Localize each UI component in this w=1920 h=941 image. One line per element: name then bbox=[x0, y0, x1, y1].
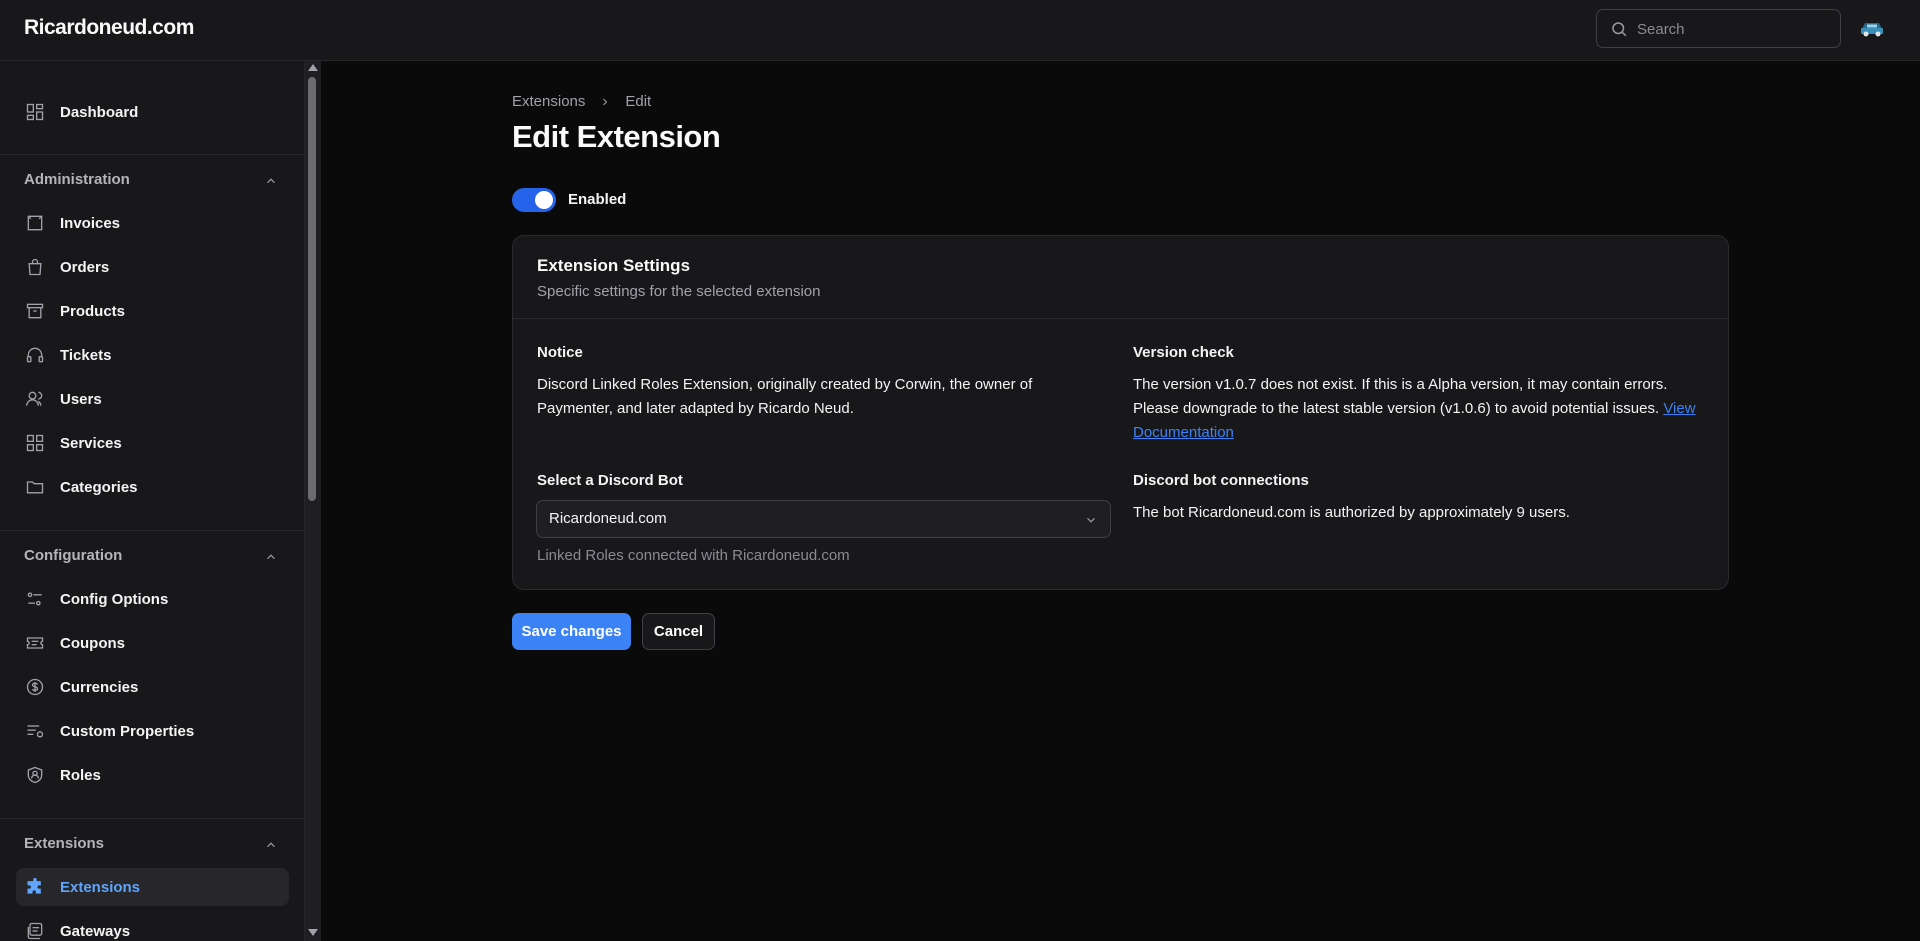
dashboard-icon bbox=[24, 101, 46, 123]
sidebar-item-config-options[interactable]: Config Options bbox=[16, 580, 289, 618]
search-icon bbox=[1612, 22, 1627, 37]
group-label-extensions: Extensions bbox=[24, 835, 105, 852]
group-label-administration: Administration bbox=[24, 171, 130, 188]
sidebar-item-label: Gateways bbox=[60, 922, 131, 940]
folder-icon bbox=[24, 476, 46, 498]
sidebar-item-coupons[interactable]: Coupons bbox=[16, 624, 289, 662]
chevron-up-icon[interactable] bbox=[264, 550, 278, 564]
sidebar-item-dashboard[interactable]: Dashboard bbox=[16, 93, 289, 131]
sidebar-item-currencies[interactable]: Currencies bbox=[16, 668, 289, 706]
toggle-knob bbox=[535, 191, 553, 209]
breadcrumb-link-extensions[interactable]: Extensions bbox=[512, 93, 585, 110]
sidebar: Dashboard Administration Invoices Orders… bbox=[0, 61, 305, 941]
sidebar-item-label: Tickets bbox=[60, 346, 112, 364]
puzzle-icon bbox=[24, 876, 46, 898]
chevron-up-icon[interactable] bbox=[264, 174, 278, 188]
group-label-configuration: Configuration bbox=[24, 547, 123, 564]
sidebar-item-categories[interactable]: Categories bbox=[16, 468, 289, 506]
breadcrumb: Extensions Edit bbox=[512, 93, 651, 110]
sidebar-item-services[interactable]: Services bbox=[16, 424, 289, 462]
sidebar-divider bbox=[0, 154, 304, 155]
version-check-text: The version v1.0.7 does not exist. If th… bbox=[1133, 373, 1708, 445]
sidebar-item-tickets[interactable]: Tickets bbox=[16, 336, 289, 374]
sidebar-item-label: Config Options bbox=[60, 590, 169, 608]
sidebar-item-label: Custom Properties bbox=[60, 722, 195, 740]
sidebar-item-invoices[interactable]: Invoices bbox=[16, 204, 289, 242]
receipt-icon bbox=[24, 920, 46, 941]
save-changes-button[interactable]: Save changes bbox=[512, 613, 631, 650]
users-icon bbox=[24, 388, 46, 410]
card-subtitle: Specific settings for the selected exten… bbox=[537, 283, 821, 300]
version-check-label: Version check bbox=[1133, 344, 1234, 361]
sidebar-item-label: Products bbox=[60, 302, 126, 320]
sidebar-item-label: Dashboard bbox=[60, 103, 139, 121]
sidebar-item-label: Coupons bbox=[60, 634, 125, 652]
breadcrumb-current: Edit bbox=[625, 93, 652, 110]
sliders-icon bbox=[24, 588, 46, 610]
bot-select-label: Select a Discord Bot bbox=[537, 472, 683, 489]
sidebar-item-label: Roles bbox=[60, 766, 101, 784]
ticket-icon bbox=[24, 632, 46, 654]
invoice-icon bbox=[24, 212, 46, 234]
discord-bot-select[interactable]: Ricardoneud.com bbox=[536, 500, 1111, 538]
archive-box-icon bbox=[24, 300, 46, 322]
notice-label: Notice bbox=[537, 344, 583, 361]
extension-settings-card: Extension Settings Specific settings for… bbox=[512, 235, 1729, 590]
sidebar-item-orders[interactable]: Orders bbox=[16, 248, 289, 286]
sidebar-scrollbar[interactable] bbox=[305, 61, 321, 941]
sidebar-item-users[interactable]: Users bbox=[16, 380, 289, 418]
sidebar-divider bbox=[0, 530, 304, 531]
chevron-up-icon[interactable] bbox=[264, 838, 278, 852]
sidebar-item-label: Extensions bbox=[60, 878, 141, 896]
card-header: Extension Settings Specific settings for… bbox=[513, 236, 1728, 319]
top-bar: Ricardoneud.com bbox=[0, 0, 1920, 61]
grid-icon bbox=[24, 432, 46, 454]
page-title: Edit Extension bbox=[512, 119, 721, 154]
bot-select-helper: Linked Roles connected with Ricardoneud.… bbox=[537, 547, 850, 564]
search-box[interactable] bbox=[1596, 9, 1841, 48]
chevron-right-icon bbox=[603, 98, 608, 105]
cancel-button[interactable]: Cancel bbox=[642, 613, 715, 650]
discord-bot-select-value: Ricardoneud.com bbox=[549, 510, 667, 527]
shopping-bag-icon bbox=[24, 256, 46, 278]
notice-text: Discord Linked Roles Extension, original… bbox=[537, 376, 1033, 417]
sidebar-item-roles[interactable]: Roles bbox=[16, 756, 289, 794]
enabled-toggle-label: Enabled bbox=[568, 191, 627, 208]
headset-icon bbox=[24, 344, 46, 366]
sidebar-item-extensions[interactable]: Extensions bbox=[16, 868, 289, 906]
sidebar-item-label: Orders bbox=[60, 258, 110, 276]
dollar-circle-icon bbox=[24, 676, 46, 698]
bot-connections-label: Discord bot connections bbox=[1133, 472, 1309, 489]
sidebar-item-label: Categories bbox=[60, 478, 138, 496]
scrollbar-thumb[interactable] bbox=[308, 77, 316, 501]
version-check-message: The version v1.0.7 does not exist. If th… bbox=[1133, 376, 1668, 417]
sidebar-item-label: Services bbox=[60, 434, 122, 452]
avatar[interactable] bbox=[1858, 15, 1886, 39]
scroll-down-arrow-icon[interactable] bbox=[308, 929, 318, 936]
brand-logo-text[interactable]: Ricardoneud.com bbox=[24, 16, 194, 40]
sidebar-item-label: Users bbox=[60, 390, 102, 408]
sidebar-item-products[interactable]: Products bbox=[16, 292, 289, 330]
list-settings-icon bbox=[24, 720, 46, 742]
sidebar-item-custom-properties[interactable]: Custom Properties bbox=[16, 712, 289, 750]
sidebar-divider bbox=[0, 818, 304, 819]
bot-connections-text: The bot Ricardoneud.com is authorized by… bbox=[1133, 504, 1570, 521]
avatar-car-icon bbox=[1858, 15, 1886, 39]
chevron-down-icon bbox=[1087, 517, 1095, 523]
sidebar-item-label: Invoices bbox=[60, 214, 121, 232]
sidebar-item-gateways[interactable]: Gateways bbox=[16, 912, 289, 941]
card-title: Extension Settings bbox=[537, 256, 691, 275]
scroll-up-arrow-icon[interactable] bbox=[308, 64, 318, 71]
search-input[interactable] bbox=[1637, 18, 1827, 40]
shield-user-icon bbox=[24, 764, 46, 786]
enabled-toggle[interactable] bbox=[512, 188, 556, 212]
sidebar-item-label: Currencies bbox=[60, 678, 139, 696]
